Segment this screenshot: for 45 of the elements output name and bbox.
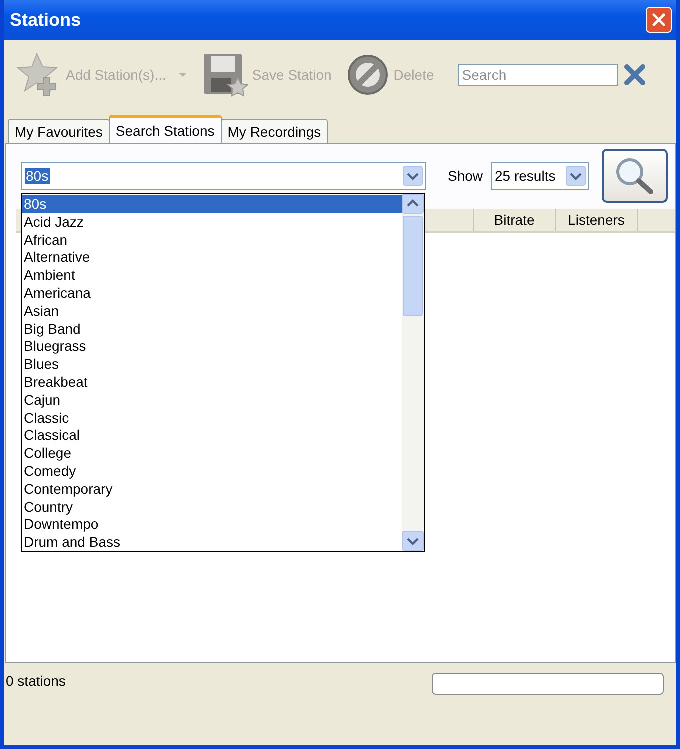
list-item[interactable]: African <box>22 230 402 248</box>
results-combo[interactable]: 25 results <box>491 162 590 190</box>
list-item[interactable]: Downtempo <box>22 515 402 534</box>
chevron-down-icon <box>402 166 423 186</box>
column-header[interactable]: Bitrate <box>474 209 556 231</box>
clear-button[interactable] <box>624 64 646 86</box>
list-item[interactable]: Cajun <box>22 390 402 409</box>
column-header[interactable]: Listeners <box>556 209 638 231</box>
tab[interactable]: Search Stations <box>108 115 222 143</box>
list-item[interactable]: Ambient <box>22 266 402 284</box>
caret-icon <box>178 72 188 78</box>
search-field[interactable]: Search <box>458 64 618 86</box>
list-item[interactable]: Big Band <box>22 320 402 338</box>
list-item[interactable]: Classical <box>22 426 402 444</box>
tab[interactable]: My Recordings <box>220 119 328 143</box>
list-item[interactable]: Blues <box>22 355 402 373</box>
tab[interactable]: My Favourites <box>8 119 110 143</box>
window-title: Stations <box>10 10 82 30</box>
close-button[interactable] <box>646 7 672 33</box>
list-item[interactable]: Acid Jazz <box>22 212 402 231</box>
scroll-up-icon[interactable] <box>402 194 424 214</box>
list-item[interactable]: Contemporary <box>22 480 402 498</box>
scroll-thumb[interactable] <box>403 216 423 316</box>
list-item[interactable]: Alternative <box>22 248 402 266</box>
list-item[interactable]: College <box>22 444 402 462</box>
list-item[interactable]: Country <box>22 498 402 516</box>
floppy-disk-icon <box>202 52 248 98</box>
chevron-down-icon <box>566 166 586 186</box>
search-button[interactable] <box>602 149 668 203</box>
genre-combo[interactable]: 80s <box>21 162 426 190</box>
scrollbar[interactable] <box>402 194 424 551</box>
x-icon <box>624 64 646 86</box>
list-item[interactable]: Classic <box>22 408 402 426</box>
status-text: 0 stations <box>6 673 66 689</box>
prohibited-icon <box>346 53 390 97</box>
scroll-down-icon[interactable] <box>402 531 424 551</box>
list-item[interactable]: Asian <box>22 302 402 320</box>
list-item[interactable]: Breakbeat <box>22 372 402 391</box>
list-item[interactable]: Comedy <box>22 462 402 480</box>
close-icon <box>651 12 667 28</box>
list-item[interactable]: Drum and Bass <box>22 533 402 551</box>
list-item[interactable]: Bluegrass <box>22 337 402 356</box>
show-label: Show <box>448 168 484 184</box>
list-item[interactable]: Americana <box>22 284 402 302</box>
list-item[interactable]: 80s <box>22 195 402 213</box>
